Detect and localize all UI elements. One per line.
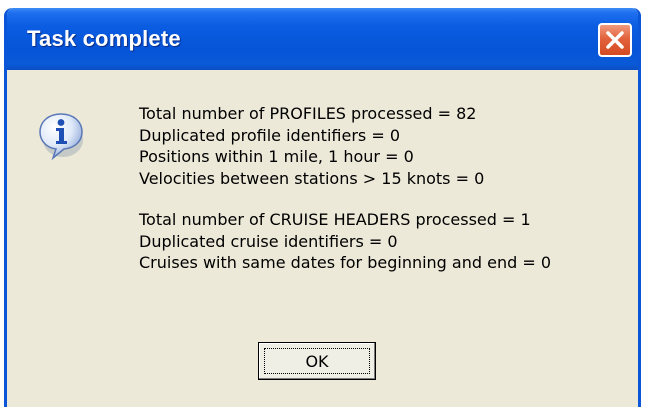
information-icon [39,113,83,161]
dialog-window: Task complete Total number of PROFILES p… [4,8,641,407]
message-line: Positions within 1 mile, 1 hour = 0 [139,147,414,166]
ok-button[interactable]: OK [258,342,376,380]
close-button[interactable] [598,23,632,57]
message-text: Total number of PROFILES processed = 82 … [139,103,551,274]
message-line: Total number of PROFILES processed = 82 [139,104,477,123]
message-line: Cruises with same dates for beginning an… [139,253,552,272]
message-line: Duplicated profile identifiers = 0 [139,125,400,145]
title-bar[interactable]: Task complete [7,8,638,70]
dialog-title: Task complete [27,26,181,51]
message-line: Total number of CRUISE HEADERS processed… [139,210,531,229]
ok-button-label: OK [305,351,329,371]
message-line: Duplicated cruise identifiers = 0 [139,231,398,251]
close-icon [606,31,624,49]
dialog-body: Total number of PROFILES processed = 82 … [7,70,638,407]
message-line: Velocities between stations > 15 knots =… [139,168,485,188]
